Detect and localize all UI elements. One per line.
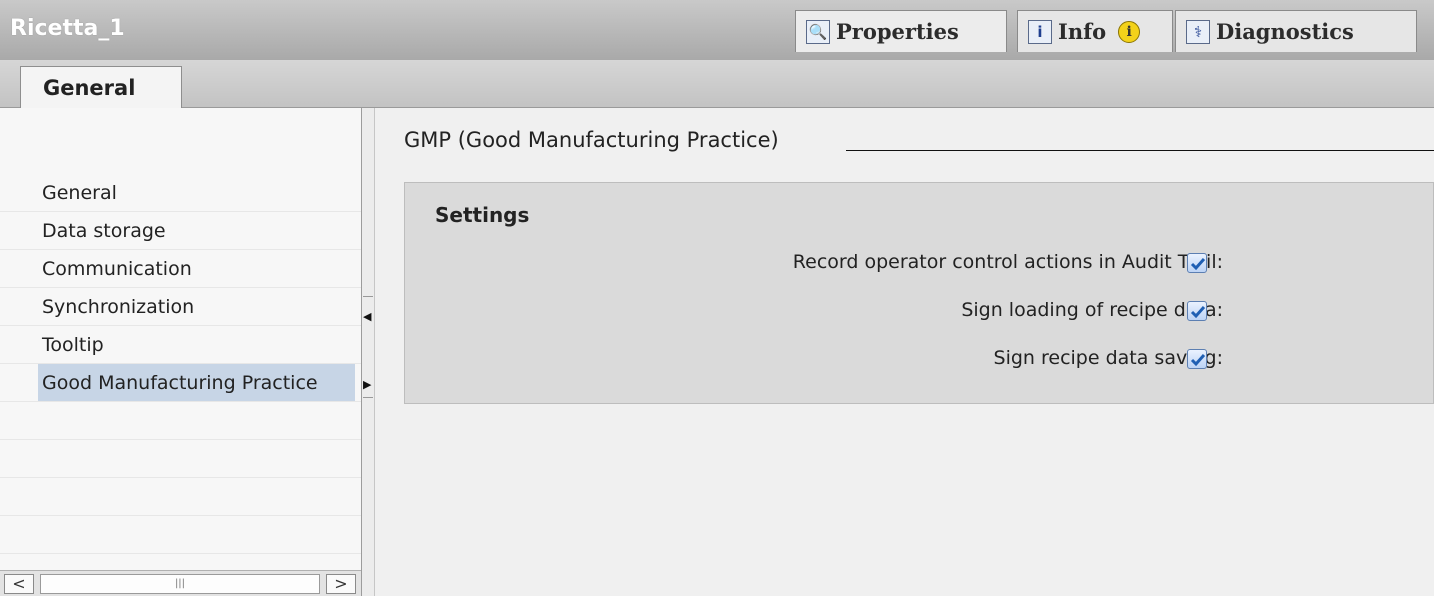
- properties-icon: 🔍: [806, 19, 830, 44]
- section-title: GMP (Good Manufacturing Practice): [404, 128, 779, 152]
- sidebar-item-label: Communication: [42, 258, 192, 280]
- scroll-right-button[interactable]: >: [326, 574, 356, 594]
- option-label-audit-trail: Record operator control actions in Audit…: [792, 251, 1223, 273]
- sidebar-horizontal-scrollbar[interactable]: < ||| >: [0, 570, 361, 596]
- checkmark-icon: [1190, 354, 1206, 367]
- empty-row: [0, 440, 361, 478]
- diagnostics-icon: ⚕: [1186, 19, 1210, 44]
- panel-splitter[interactable]: ◀ ▶: [361, 108, 375, 596]
- scroll-left-button[interactable]: <: [4, 574, 34, 594]
- sidebar-item-data-storage[interactable]: Data storage: [0, 212, 361, 250]
- checkbox-sign-loading[interactable]: [1187, 301, 1207, 321]
- info-badge-icon: i: [1118, 20, 1141, 43]
- sidebar-item-good-manufacturing-practice[interactable]: Good Manufacturing Practice: [0, 364, 361, 402]
- tab-info[interactable]: i Info i: [1017, 10, 1173, 52]
- sidebar-list: General Data storage Communication Synch…: [0, 174, 361, 554]
- sidebar-item-label: General: [42, 182, 117, 204]
- empty-row: [0, 402, 361, 440]
- checkmark-icon: [1190, 258, 1206, 271]
- empty-row: [0, 516, 361, 554]
- window-title: Ricetta_1: [10, 16, 125, 41]
- sidebar: General Data storage Communication Synch…: [0, 108, 361, 596]
- empty-row: [0, 478, 361, 516]
- tab-properties[interactable]: 🔍 Properties: [795, 10, 1007, 52]
- settings-group: Settings Record operator control actions…: [404, 182, 1434, 404]
- tab-general[interactable]: General: [20, 66, 182, 108]
- tab-properties-label: Properties: [836, 19, 959, 44]
- sidebar-item-tooltip[interactable]: Tooltip: [0, 326, 361, 364]
- sidebar-item-communication[interactable]: Communication: [0, 250, 361, 288]
- tab-diagnostics[interactable]: ⚕ Diagnostics: [1175, 10, 1417, 52]
- sidebar-item-label: Synchronization: [42, 296, 195, 318]
- info-icon: i: [1028, 19, 1052, 44]
- scrollbar-thumb[interactable]: |||: [40, 574, 320, 594]
- sidebar-item-general[interactable]: General: [0, 174, 361, 212]
- subtab-row: General: [0, 60, 1434, 108]
- main-content: GMP (Good Manufacturing Practice) Settin…: [376, 108, 1434, 596]
- title-bar: Ricetta_1 🔍 Properties i Info i ⚕ Diagno…: [0, 0, 1434, 60]
- sidebar-item-label: Data storage: [42, 220, 166, 242]
- settings-group-title: Settings: [435, 203, 530, 227]
- sidebar-item-label: Good Manufacturing Practice: [42, 372, 318, 394]
- checkbox-sign-saving[interactable]: [1187, 349, 1207, 369]
- section-divider: [846, 150, 1434, 151]
- collapse-left-icon[interactable]: ◀: [363, 310, 371, 323]
- tab-info-label: Info: [1058, 19, 1107, 44]
- sidebar-item-synchronization[interactable]: Synchronization: [0, 288, 361, 326]
- sidebar-item-label: Tooltip: [42, 334, 104, 356]
- expand-right-icon[interactable]: ▶: [363, 378, 371, 391]
- tab-diagnostics-label: Diagnostics: [1216, 19, 1354, 44]
- option-label-sign-loading: Sign loading of recipe data:: [961, 299, 1223, 321]
- checkmark-icon: [1190, 306, 1206, 319]
- checkbox-audit-trail[interactable]: [1187, 253, 1207, 273]
